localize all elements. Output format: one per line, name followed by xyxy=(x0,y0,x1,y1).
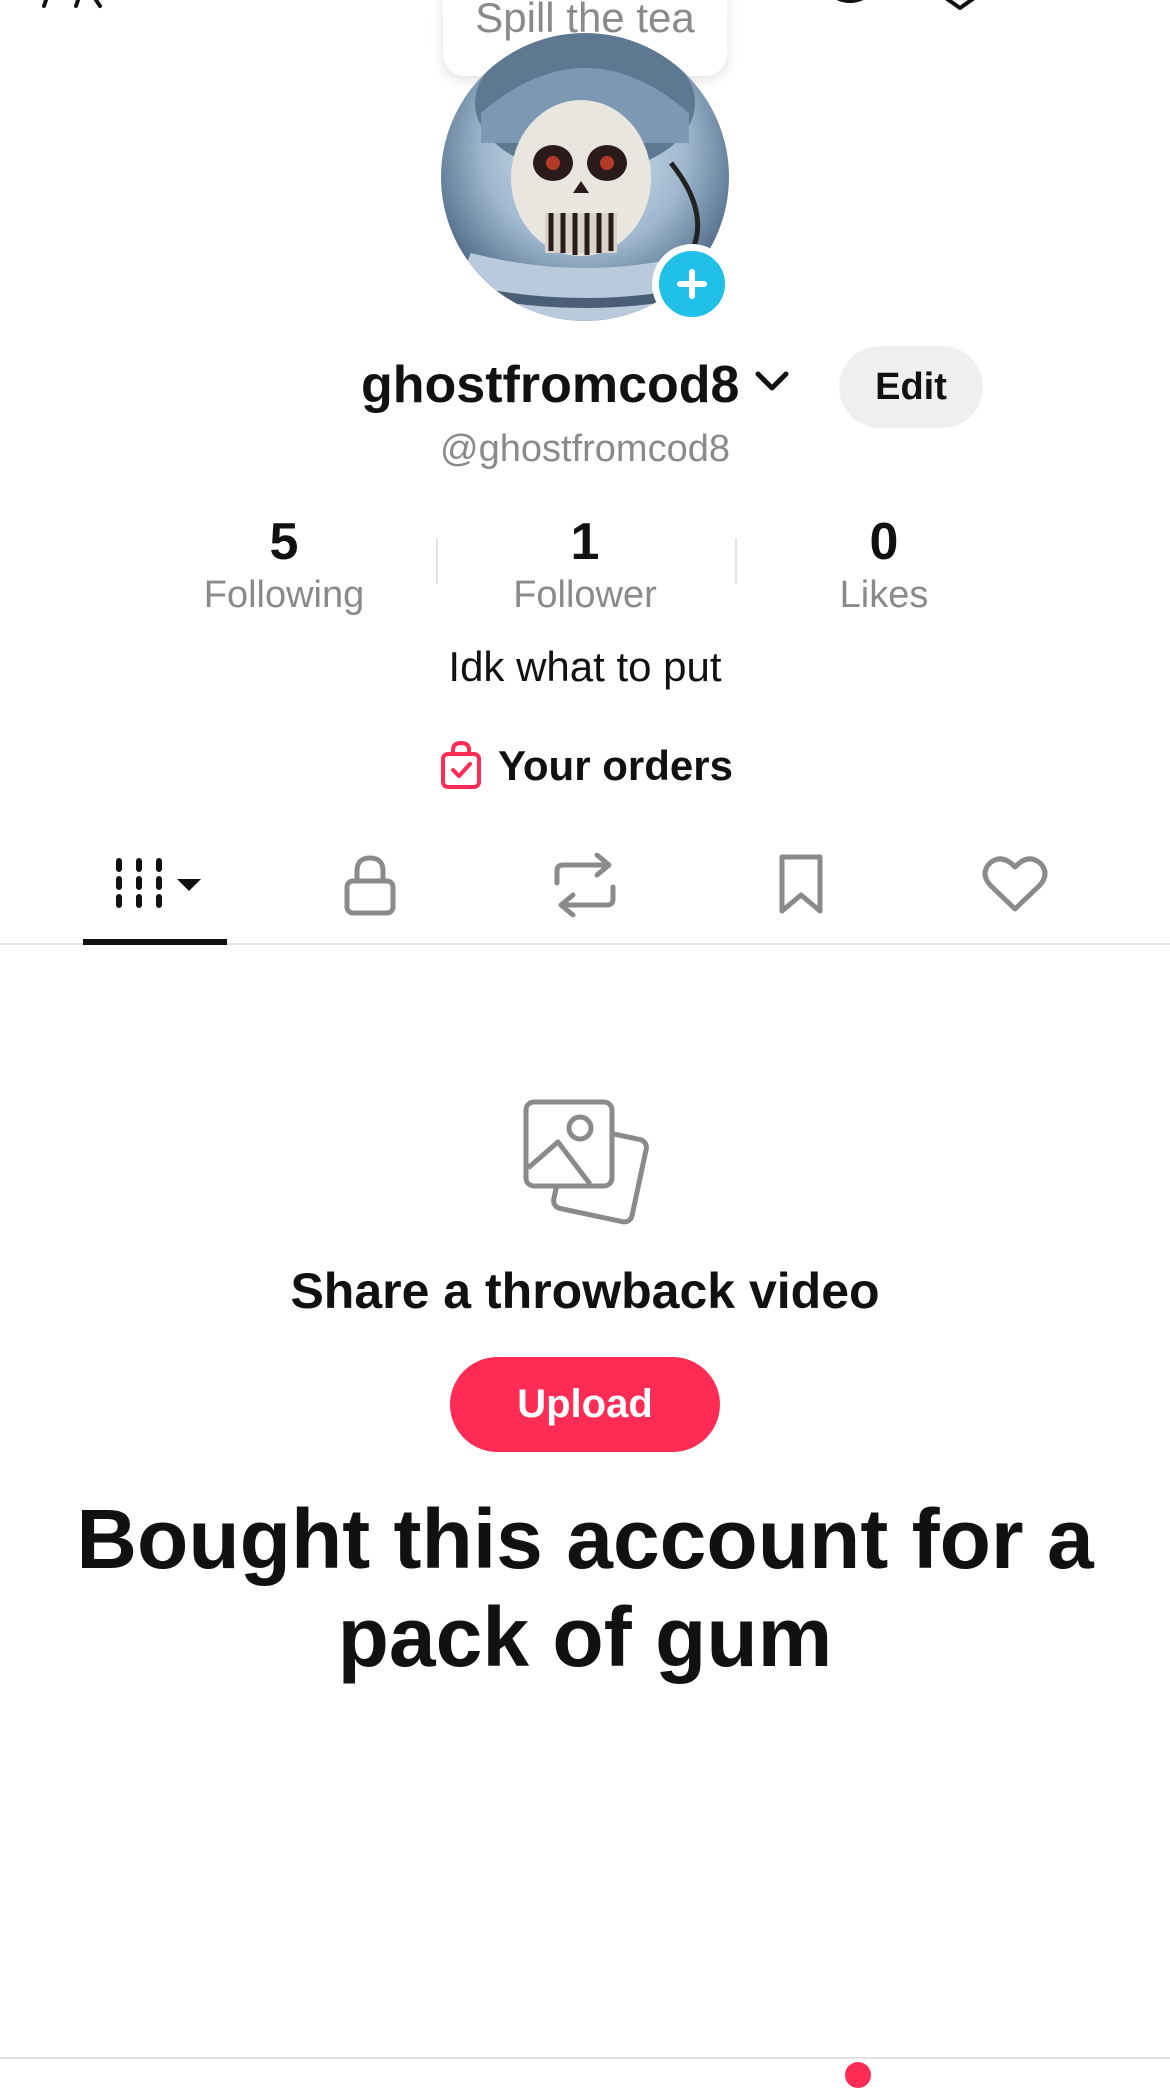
bookmark-icon xyxy=(779,854,823,914)
active-tab-indicator xyxy=(83,939,227,945)
top-left-icon[interactable] xyxy=(40,0,120,15)
stat-likes[interactable]: 0 Likes xyxy=(754,513,1014,617)
empty-state-title: Share a throwback video xyxy=(290,1263,880,1319)
stat-likes-value: 0 xyxy=(869,513,899,571)
tab-videos[interactable] xyxy=(105,845,265,925)
add-avatar-button[interactable] xyxy=(652,244,732,324)
stat-following-value: 5 xyxy=(269,513,299,571)
username[interactable]: ghostfromcod8 xyxy=(361,355,739,415)
tab-reposts[interactable] xyxy=(505,845,665,925)
stat-followers-label: Follower xyxy=(513,574,657,616)
bottom-nav-divider xyxy=(0,2057,1170,2059)
user-handle: @ghostfromcod8 xyxy=(440,428,730,470)
stat-divider xyxy=(735,538,737,584)
upload-button[interactable]: Upload xyxy=(450,1357,720,1452)
repost-icon xyxy=(554,853,616,917)
lock-icon xyxy=(344,855,396,916)
your-orders-label: Your orders xyxy=(498,742,733,789)
heart-icon xyxy=(982,856,1048,912)
tab-private[interactable] xyxy=(291,845,451,925)
stat-following-label: Following xyxy=(203,574,365,616)
shopping-bag-icon xyxy=(441,740,481,789)
stat-followers[interactable]: 1 Follower xyxy=(455,513,715,617)
chevron-down-icon[interactable] xyxy=(754,370,790,399)
tab-favorites[interactable] xyxy=(721,845,881,925)
stat-following[interactable]: 5 Following xyxy=(154,513,414,617)
stat-followers-value: 1 xyxy=(570,513,600,571)
tab-liked[interactable] xyxy=(935,845,1095,925)
photos-icon xyxy=(520,1098,650,1233)
notification-dot xyxy=(845,2062,871,2088)
overlay-caption: Bought this account for a pack of gum xyxy=(76,1492,1094,1684)
stat-divider xyxy=(436,538,438,584)
top-right-icons[interactable] xyxy=(820,0,1120,15)
grid-videos-icon xyxy=(116,858,201,908)
stat-likes-label: Likes xyxy=(839,574,929,616)
edit-profile-button[interactable]: Edit xyxy=(839,346,983,428)
profile-bio: Idk what to put xyxy=(448,643,722,690)
